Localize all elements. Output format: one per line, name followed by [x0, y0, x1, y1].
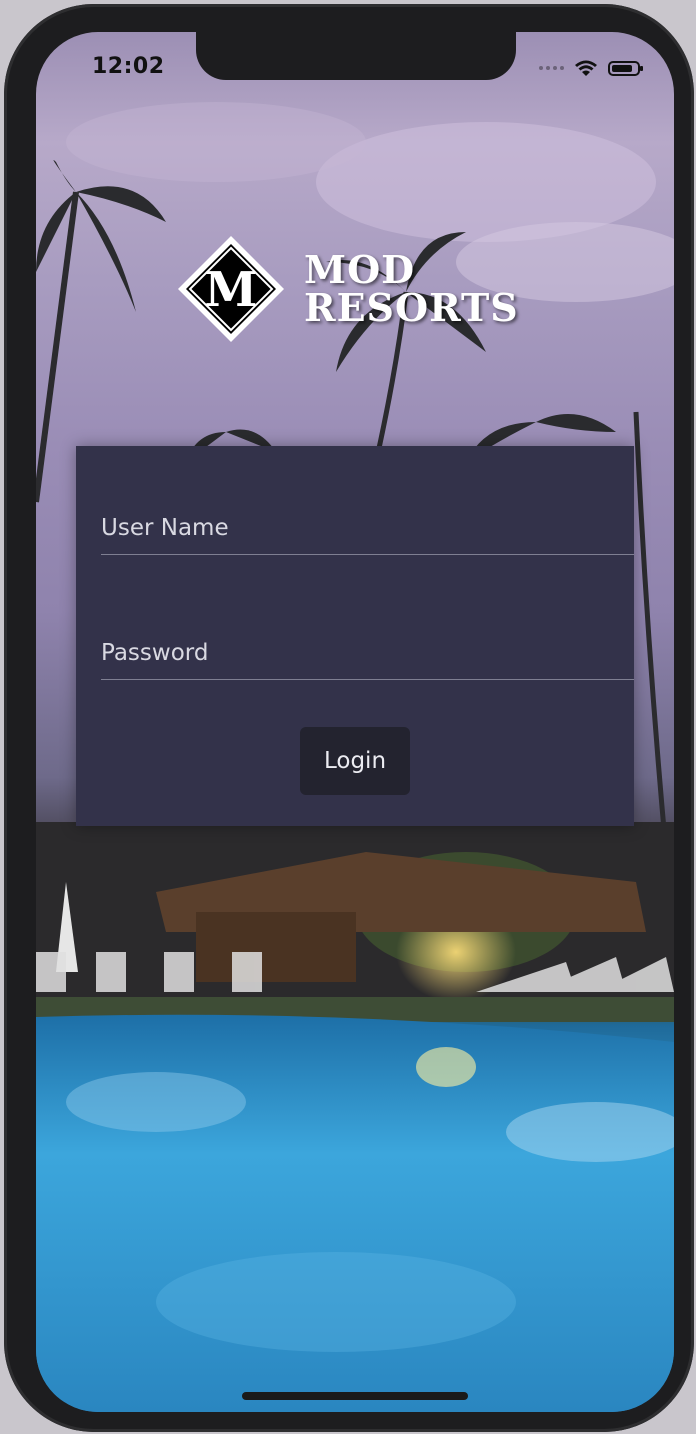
logo-diamond-icon: M [178, 236, 284, 342]
battery-icon [608, 60, 643, 76]
login-panel: Login [76, 446, 634, 826]
logo-letter: M [204, 262, 257, 318]
username-input[interactable] [101, 515, 634, 541]
status-time: 12:02 [92, 54, 165, 79]
wifi-icon [575, 60, 597, 76]
home-indicator[interactable] [242, 1392, 468, 1400]
status-icons [539, 56, 643, 80]
cellular-signal-icon [539, 66, 564, 70]
brand-name-line1: MOD [304, 247, 416, 292]
password-input[interactable] [101, 640, 634, 666]
login-button[interactable]: Login [300, 727, 410, 795]
phone-frame: 12:02 M MOD RESORTS User Name Login [4, 4, 694, 1432]
app-screen: 12:02 M MOD RESORTS User Name Login [36, 32, 674, 1412]
brand-logo: M MOD RESORTS [176, 234, 519, 344]
brand-name: MOD RESORTS [304, 251, 519, 327]
password-field[interactable] [101, 627, 634, 680]
username-field[interactable] [101, 502, 634, 555]
status-bar: 12:02 [36, 32, 674, 102]
brand-name-line2: RESORTS [304, 285, 519, 330]
device-notch [196, 32, 516, 80]
